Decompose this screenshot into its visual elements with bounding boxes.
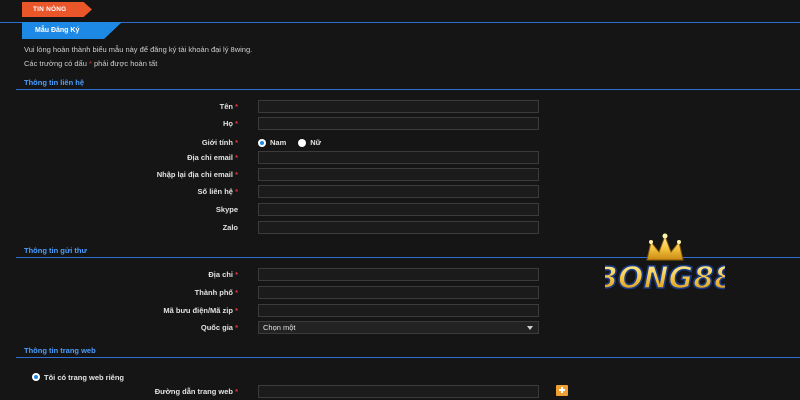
required-star: * [235,387,238,396]
postal-label-text: Mã bưu điện/Mã zip [163,306,233,315]
required-star: * [235,138,238,147]
required-star: * [235,306,238,315]
email-label-text: Địa chỉ email [187,153,233,162]
section-title-contact: Thông tin liên hệ [24,78,84,87]
email-input[interactable] [258,151,539,164]
gender-radio-group: Nam Nữ [258,136,329,149]
gender-label-text: Giới tính [201,138,233,147]
own-website-label[interactable]: Tôi có trang web riêng [44,373,124,382]
gender-male-radio[interactable] [258,138,266,147]
required-note-suffix: phải được hoàn tất [91,59,158,68]
required-star: * [235,270,238,279]
own-website-radio[interactable] [32,373,40,381]
website-url-input[interactable] [258,385,539,398]
zalo-input[interactable] [258,221,539,234]
last-name-label-text: Họ [222,119,233,128]
phone-label-text: Số liên hệ [197,187,233,196]
country-select[interactable]: Chọn một [258,321,539,334]
intro-text: Vui lòng hoàn thành biểu mẫu này để đăng… [24,45,253,54]
email-confirm-label: Nhập lại địa chỉ email * [157,168,238,181]
first-name-input[interactable] [258,100,539,113]
country-label: Quốc gia * [201,321,238,334]
gender-male-label[interactable]: Nam [270,138,286,147]
crown-icon: BONG88 [594,233,736,297]
country-select-value: Chọn một [263,323,296,332]
required-star: * [235,102,238,111]
required-star: * [235,119,238,128]
city-label: Thành phố * [195,286,238,299]
last-name-label: Họ * [223,117,238,130]
email-label: Địa chỉ email * [187,151,238,164]
postal-input[interactable] [258,304,539,317]
phone-input[interactable] [258,185,539,198]
city-label-text: Thành phố [194,288,233,297]
gender-female-label[interactable]: Nữ [310,138,321,147]
gender-label: Giới tính * [202,136,238,149]
required-star: * [235,170,238,179]
section-title-mailing: Thông tin gửi thư [24,246,87,255]
skype-label: Skype [215,205,238,214]
website-url-label: Đường dẫn trang web * [155,385,238,398]
registration-form-tab[interactable]: Mẫu Đăng Ký [22,22,122,39]
add-website-button[interactable] [556,385,568,396]
last-name-input[interactable] [258,117,539,130]
section-divider-contact [16,89,800,90]
section-title-website: Thông tin trang web [24,346,96,355]
bong88-logo: BONG88 [594,232,736,302]
own-website-option[interactable]: Tôi có trang web riêng [32,371,132,383]
required-star: * [235,323,238,332]
email-confirm-label-text: Nhập lại địa chỉ email [156,170,233,179]
logo-text: BONG88 [605,261,725,296]
hot-news-tab[interactable]: TIN NÓNG [22,2,92,17]
address-label-text: Địa chỉ [208,270,233,279]
country-label-text: Quốc gia [200,323,233,332]
website-url-label-text: Đường dẫn trang web [154,387,233,396]
required-note-prefix: Các trường có dấu [24,59,89,68]
email-confirm-input[interactable] [258,168,539,181]
first-name-label-text: Tên [219,102,233,111]
address-label: Địa chỉ * [208,268,238,281]
skype-input[interactable] [258,203,539,216]
required-star: * [235,187,238,196]
phone-label: Số liên hệ * [198,185,238,198]
address-input[interactable] [258,268,539,281]
section-divider-website [16,357,800,358]
first-name-label: Tên * [220,100,238,113]
chevron-down-icon [527,326,533,330]
required-star: * [235,288,238,297]
required-star: * [235,153,238,162]
zalo-label: Zalo [222,223,238,232]
required-note: Các trường có dấu * phải được hoàn tất [24,59,157,68]
gender-female-radio[interactable] [298,138,307,147]
city-input[interactable] [258,286,539,299]
postal-label: Mã bưu điện/Mã zip * [163,304,238,317]
